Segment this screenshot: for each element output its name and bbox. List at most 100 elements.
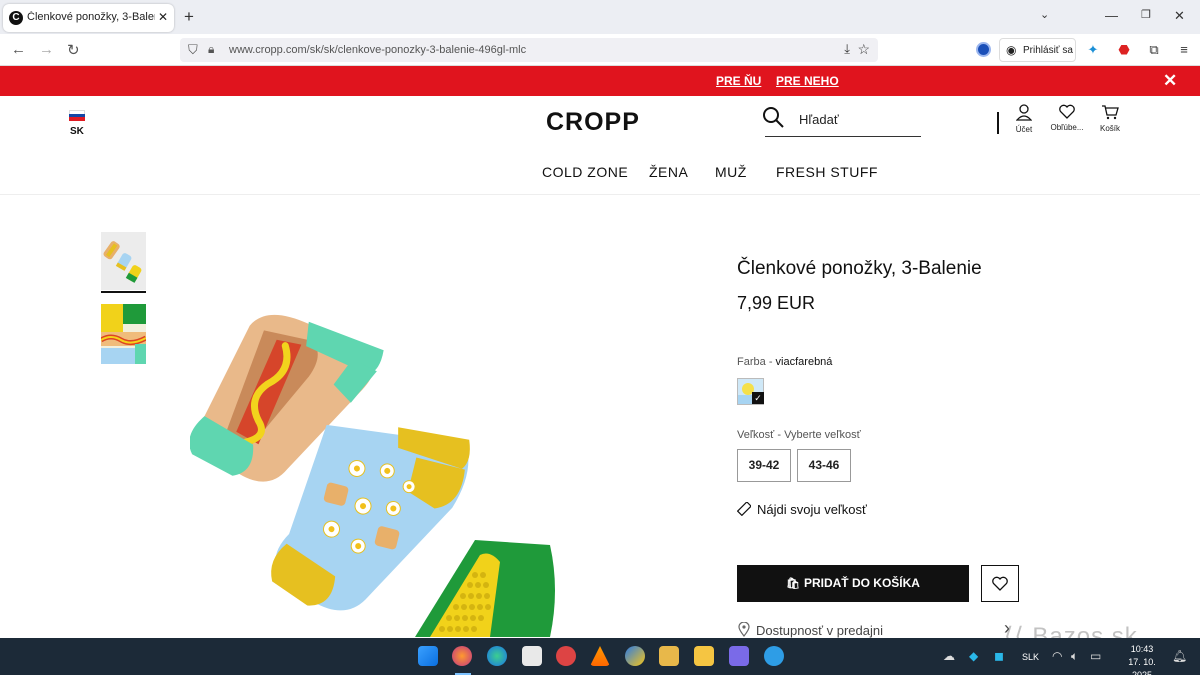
- shield-icon[interactable]: ⛉: [188, 42, 198, 58]
- size-label: Veľkosť: [737, 429, 775, 441]
- swatch-check-icon: ✓: [752, 392, 764, 404]
- browser-toolbar: ← → ↻ ⛉ 🔒︎ www.cropp.com/sk/sk/clenkove-…: [0, 34, 1200, 66]
- system-clock[interactable]: 10:43 17. 10. 2025: [1117, 643, 1167, 682]
- size-option-43-46[interactable]: 43-46: [797, 449, 851, 482]
- add-to-cart-button[interactable]: 🛍︎ PRIDAŤ DO KOŠÍKA: [737, 565, 969, 602]
- firefox-icon[interactable]: [452, 646, 472, 666]
- app-tools-icon[interactable]: [659, 646, 679, 666]
- product-thumbnail-2[interactable]: [101, 304, 146, 364]
- menu-icon[interactable]: ≡: [1176, 42, 1192, 58]
- ruler-icon: [736, 501, 752, 517]
- download-page-icon[interactable]: ⤓: [844, 41, 850, 57]
- cart-icon: [1102, 105, 1119, 120]
- nav-item-fresh-stuff[interactable]: FRESH STUFF: [776, 164, 878, 180]
- restore-icon[interactable]: ❐: [1141, 8, 1151, 21]
- minimize-icon[interactable]: —: [1105, 8, 1118, 23]
- heart-icon: [992, 576, 1008, 591]
- window-close-icon[interactable]: ✕: [1174, 8, 1185, 24]
- extension-adblock-icon[interactable]: ⬣: [1116, 42, 1132, 58]
- color-value: viacfarebná: [775, 356, 833, 368]
- header-separator: [0, 194, 1200, 195]
- color-label: Farba: [737, 356, 766, 368]
- size-option-39-42[interactable]: 39-42: [737, 449, 791, 482]
- store-availability-link[interactable]: Dostupnosť v predajni: [738, 621, 884, 638]
- clock-date: 17. 10. 2025: [1128, 657, 1156, 680]
- cart-button[interactable]: Košík: [1090, 104, 1130, 133]
- size-guide-label: Nájdi svoju veľkosť: [757, 502, 867, 517]
- browser-tab[interactable]: C Členkové ponožky, 3-Balenie Fa ✕: [3, 4, 174, 32]
- add-to-wishlist-button[interactable]: [981, 565, 1019, 602]
- clock-time: 10:43: [1130, 644, 1154, 654]
- country-code[interactable]: SK: [70, 126, 84, 137]
- site-logo[interactable]: CROPP: [546, 108, 640, 137]
- size-guide-link[interactable]: Nájdi svoju veľkosť: [736, 501, 867, 517]
- nav-item-cold-zone[interactable]: COLD ZONE: [542, 164, 628, 180]
- volume-icon[interactable]: 🔈︎: [1071, 649, 1078, 664]
- cloud-icon[interactable]: ☁: [943, 649, 955, 663]
- address-bar[interactable]: ⛉ 🔒︎ www.cropp.com/sk/sk/clenkove-ponozk…: [180, 38, 878, 62]
- tray-app-icon[interactable]: ◆: [969, 649, 978, 663]
- country-flag-icon[interactable]: [69, 110, 85, 121]
- wifi-icon[interactable]: ◠: [1052, 649, 1062, 663]
- vlc-icon[interactable]: [590, 646, 610, 666]
- active-thumbnail-indicator: [101, 291, 146, 293]
- battery-icon[interactable]: ▭: [1090, 649, 1101, 663]
- url-text[interactable]: www.cropp.com/sk/sk/clenkove-ponozky-3-b…: [229, 44, 526, 56]
- color-row: Farba - viacfarebná: [737, 356, 833, 368]
- back-icon[interactable]: ←: [11, 41, 26, 58]
- user-icon: [1016, 104, 1032, 121]
- search-icon[interactable]: [762, 106, 784, 128]
- os-taskbar: [0, 638, 1200, 675]
- forward-icon[interactable]: →: [39, 41, 54, 58]
- heart-icon: [1059, 104, 1075, 119]
- app-purple-icon[interactable]: [729, 646, 749, 666]
- favorites-label: Obľúbe...: [1050, 123, 1084, 132]
- account-label: Účet: [1015, 125, 1033, 134]
- search-input[interactable]: Hľadať: [799, 112, 839, 127]
- search-underline: [765, 136, 921, 137]
- cart-label: Košík: [1099, 124, 1120, 133]
- location-pin-icon: [738, 621, 750, 637]
- size-row: Veľkosť - Vyberte veľkosť: [737, 429, 861, 441]
- app-lightblue-icon[interactable]: [764, 646, 784, 666]
- app-red-icon[interactable]: [556, 646, 576, 666]
- tab-favicon-icon: C: [9, 11, 23, 25]
- extension-vpn-icon[interactable]: [976, 42, 991, 57]
- extension-bird-icon[interactable]: ✦: [1085, 42, 1101, 58]
- tray-security-icon[interactable]: ◼: [994, 649, 1004, 663]
- favorites-button[interactable]: Obľúbe...: [1047, 104, 1087, 132]
- browser-tab-bar: C Členkové ponožky, 3-Balenie Fa ✕ + ⌄ —…: [0, 0, 1200, 34]
- product-title: Členkové ponožky, 3-Balenie: [737, 258, 982, 279]
- account-button[interactable]: Účet: [1004, 104, 1044, 134]
- app-blue-icon[interactable]: [625, 646, 645, 666]
- keyboard-language[interactable]: SLK: [1022, 652, 1039, 662]
- product-thumbnail-1[interactable]: [101, 232, 146, 290]
- edge-icon[interactable]: [487, 646, 507, 666]
- availability-label: Dostupnosť v predajni: [756, 623, 884, 638]
- lock-icon[interactable]: 🔒︎: [208, 42, 214, 57]
- tab-list-chevron-icon[interactable]: ⌄: [1040, 8, 1049, 21]
- tab-title: Členkové ponožky, 3-Balenie Fa: [27, 11, 155, 23]
- promo-close-icon[interactable]: ✕: [1163, 71, 1177, 91]
- tab-close-icon[interactable]: ✕: [158, 10, 168, 24]
- size-prompt: Vyberte veľkosť: [784, 429, 861, 441]
- account-circle-icon: ◉: [1006, 43, 1017, 57]
- header-divider: [997, 112, 999, 134]
- store-icon[interactable]: [522, 646, 542, 666]
- reload-icon[interactable]: ↻: [67, 41, 80, 59]
- sign-in-button[interactable]: ◉ Prihlásiť sa: [999, 38, 1076, 62]
- promo-link-him[interactable]: PRE NEHO: [776, 74, 839, 88]
- promo-bar: PRE ŇU PRE NEHO ✕: [0, 66, 1200, 96]
- notification-bell-icon[interactable]: 🔔︎: [1172, 649, 1187, 663]
- add-to-cart-label: PRIDAŤ DO KOŠÍKA: [803, 576, 920, 590]
- product-image[interactable]: [190, 300, 580, 637]
- promo-link-her[interactable]: PRE ŇU: [716, 74, 761, 88]
- bookmark-star-icon[interactable]: ☆: [857, 41, 870, 58]
- nav-item-zena[interactable]: ŽENA: [649, 164, 688, 180]
- nav-item-muz[interactable]: MUŽ: [715, 164, 747, 180]
- extensions-puzzle-icon[interactable]: ⧉: [1146, 42, 1162, 58]
- new-tab-button[interactable]: +: [184, 7, 194, 27]
- product-price: 7,99 EUR: [737, 293, 816, 313]
- file-explorer-icon[interactable]: [694, 646, 714, 666]
- start-windows-icon[interactable]: [418, 646, 438, 666]
